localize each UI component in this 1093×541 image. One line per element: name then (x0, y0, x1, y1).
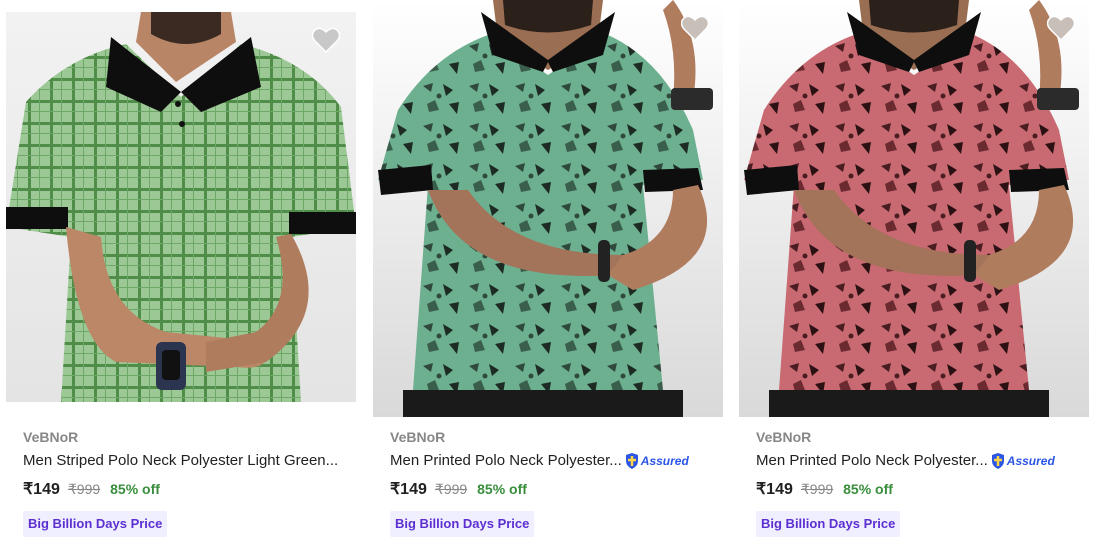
original-price: ₹999 (67, 481, 101, 497)
assured-label: Assured (1006, 454, 1055, 468)
selling-price: ₹149 (390, 481, 427, 498)
original-price: ₹999 (434, 481, 468, 497)
assured-badge: Assured (990, 452, 1055, 470)
product-card[interactable]: VeBNoR Men Printed Polo Neck Polyester..… (373, 0, 723, 541)
discount-percent: 85% off (110, 481, 160, 497)
product-info: VeBNoR Men Printed Polo Neck Polyester..… (756, 428, 1086, 537)
product-image[interactable] (6, 12, 356, 402)
assured-shield-icon (625, 453, 638, 469)
brand-name: VeBNoR (756, 429, 812, 445)
assured-shield-icon (991, 453, 1004, 469)
product-info: VeBNoR Men Printed Polo Neck Polyester..… (390, 428, 720, 537)
selling-price: ₹149 (23, 481, 60, 498)
wishlist-heart-icon[interactable] (1047, 15, 1075, 41)
product-card[interactable]: VeBNoR Men Striped Polo Neck Polyester L… (6, 0, 356, 541)
assured-label: Assured (640, 454, 689, 468)
selling-price: ₹149 (756, 481, 793, 498)
brand-name: VeBNoR (390, 429, 446, 445)
sale-badge: Big Billion Days Price (756, 511, 901, 537)
original-price: ₹999 (800, 481, 834, 497)
sale-badge: Big Billion Days Price (390, 511, 535, 537)
wishlist-heart-icon[interactable] (312, 27, 340, 53)
product-title[interactable]: Men Striped Polo Neck Polyester Light Gr… (23, 451, 338, 471)
brand-name: VeBNoR (23, 429, 79, 445)
wishlist-heart-icon[interactable] (681, 15, 709, 41)
price-row: ₹149 ₹999 85% off (390, 479, 720, 499)
title-row: Men Printed Polo Neck Polyester... Assur… (756, 451, 1086, 471)
product-image[interactable] (373, 0, 723, 417)
product-title[interactable]: Men Printed Polo Neck Polyester... (756, 451, 988, 471)
product-info: VeBNoR Men Striped Polo Neck Polyester L… (23, 428, 353, 537)
assured-badge: Assured (624, 452, 689, 470)
sale-badge: Big Billion Days Price (23, 511, 168, 537)
discount-percent: 85% off (843, 481, 893, 497)
product-card[interactable]: VeBNoR Men Printed Polo Neck Polyester..… (739, 0, 1089, 541)
product-grid: VeBNoR Men Striped Polo Neck Polyester L… (0, 0, 1093, 541)
discount-percent: 85% off (477, 481, 527, 497)
title-row: Men Printed Polo Neck Polyester... Assur… (390, 451, 720, 471)
price-row: ₹149 ₹999 85% off (756, 479, 1086, 499)
product-title[interactable]: Men Printed Polo Neck Polyester... (390, 451, 622, 471)
price-row: ₹149 ₹999 85% off (23, 479, 353, 499)
product-image[interactable] (739, 0, 1089, 417)
title-row: Men Striped Polo Neck Polyester Light Gr… (23, 451, 353, 471)
